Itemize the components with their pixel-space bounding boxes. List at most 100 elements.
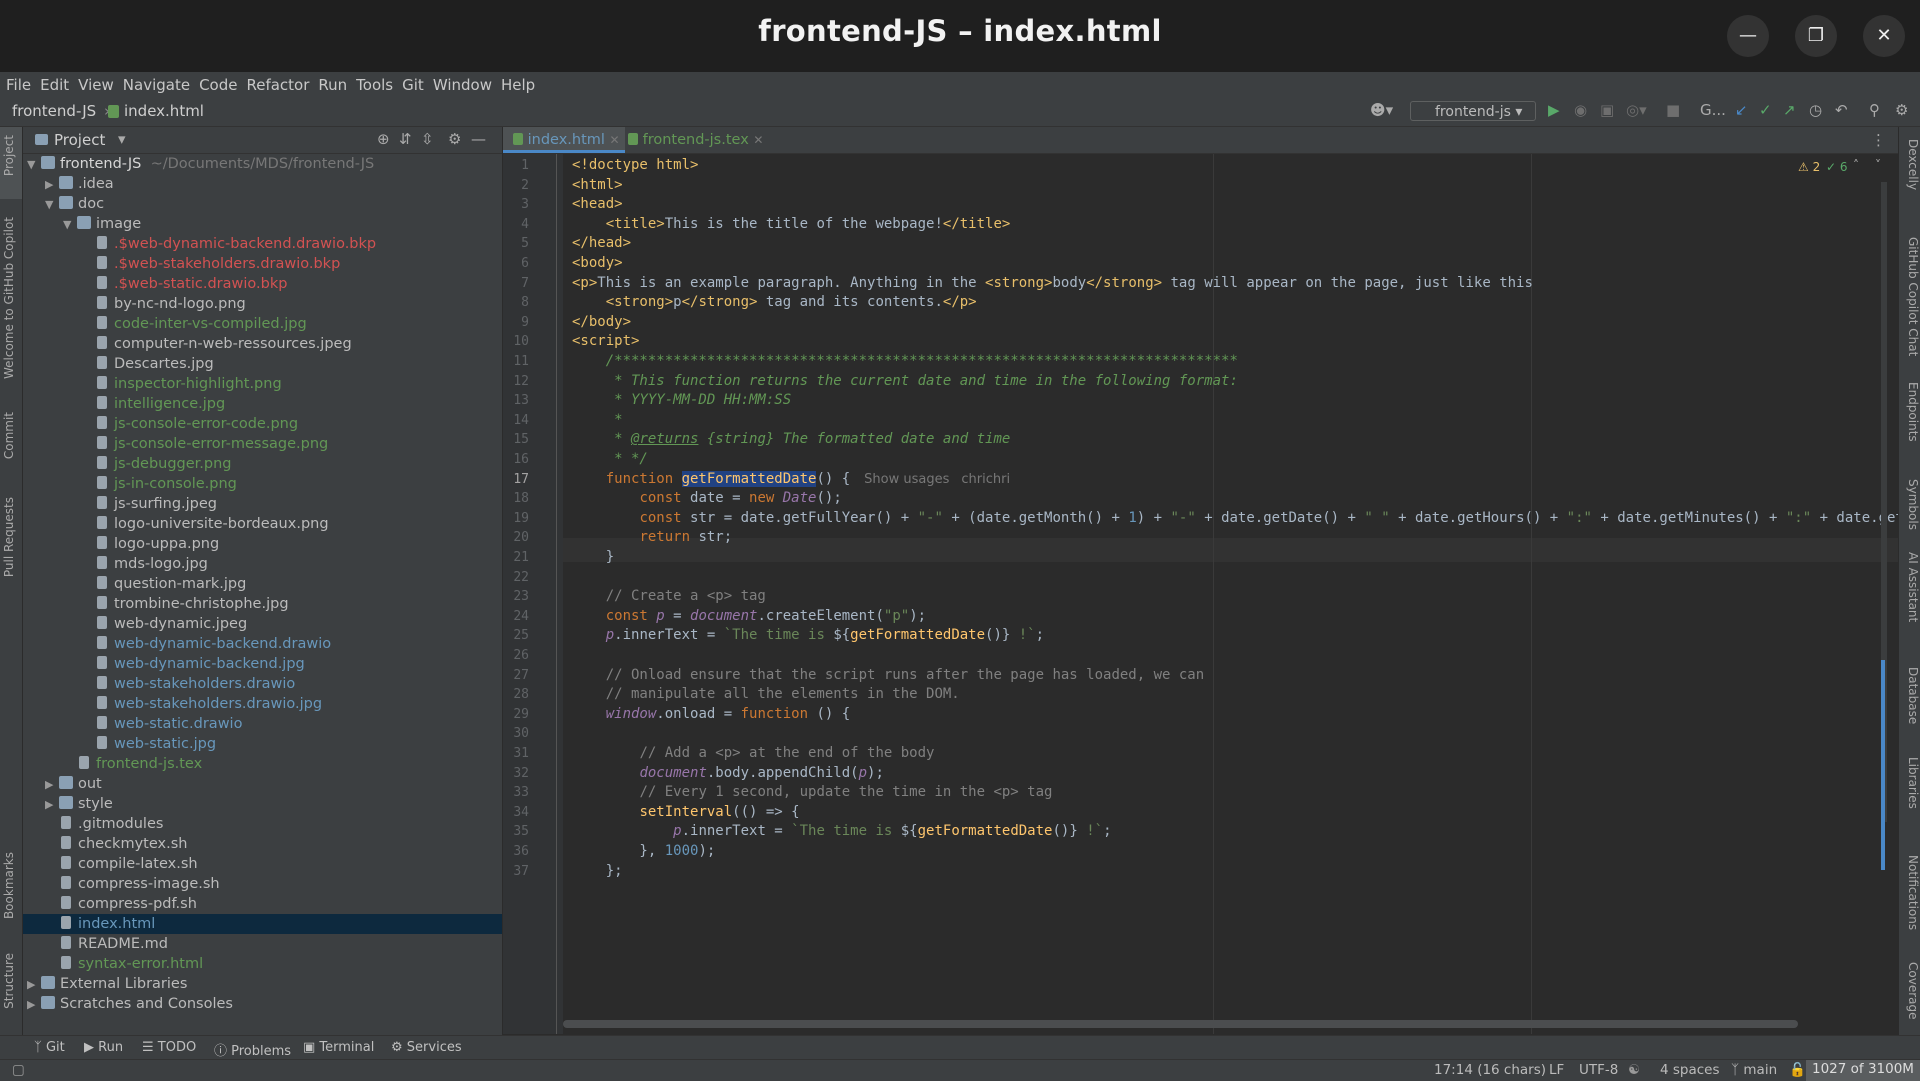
menu-window[interactable]: Window [433,72,492,98]
tool-commit[interactable]: Commit [2,412,20,459]
tool-notifications[interactable]: Notifications [1902,855,1920,930]
chevron-right-icon[interactable]: ▶ [45,175,59,195]
line-number[interactable]: 31 [503,744,529,764]
hide-icon[interactable]: — [471,130,486,148]
tree-file[interactable]: web-static.jpg [23,734,502,754]
line-number[interactable]: 13 [503,391,529,411]
git-label[interactable]: G... [1700,101,1726,119]
line-number[interactable]: 22 [503,568,529,588]
line-number[interactable]: 11 [503,352,529,372]
tool-database[interactable]: Database [1902,667,1920,724]
caret-position[interactable]: 17:14 (16 chars) [1434,1062,1546,1078]
tree-file[interactable]: logo-uppa.png [23,534,502,554]
menu-edit[interactable]: Edit [40,72,69,98]
menu-view[interactable]: View [78,72,114,98]
tree-root[interactable]: ▼ frontend-JS ~/Documents/MDS/frontend-JS [23,154,502,174]
lock-icon[interactable]: 🔓 [1789,1062,1806,1078]
tool-github-copilot[interactable]: Welcome to GitHub Copilot [2,217,20,379]
close-button[interactable]: ✕ [1863,15,1905,57]
tool-problems[interactable]: ⓘ Problems [214,1040,291,1059]
run-icon[interactable]: ▶ [1548,101,1560,119]
line-number[interactable]: 12 [503,372,529,392]
line-number[interactable]: 32 [503,764,529,784]
breadcrumb-project[interactable]: frontend-JS [12,102,96,120]
tree-file[interactable]: trombine-christophe.jpg [23,594,502,614]
menu-file[interactable]: File [6,72,31,98]
tool-terminal[interactable]: ▣ Terminal [303,1040,374,1055]
line-number[interactable]: 23 [503,587,529,607]
tab-frontend-js-tex[interactable]: frontend-js.tex ✕ [618,127,768,153]
author-hint[interactable]: chrichri [961,472,1010,487]
tree-file[interactable]: js-debugger.png [23,454,502,474]
user-icon[interactable]: ☻▾ [1370,101,1393,119]
tool-project[interactable]: Project [2,135,20,176]
tree-folder[interactable]: ▶ .idea [23,174,502,194]
line-number[interactable]: 35 [503,822,529,842]
tool-ai-assistant[interactable]: AI Assistant [1902,552,1920,622]
tree-file[interactable]: .gitmodules [23,814,502,834]
line-number[interactable]: 17 [503,470,529,490]
tree-file[interactable]: web-dynamic-backend.jpg [23,654,502,674]
rollback-icon[interactable]: ↶ [1835,101,1848,119]
tree-file[interactable]: README.md [23,934,502,954]
tab-index-html[interactable]: index.html ✕ [503,127,625,153]
tree-file[interactable]: web-stakeholders.drawio [23,674,502,694]
chevron-down-icon[interactable]: ▼ [63,215,77,235]
chevron-down-icon[interactable]: ▾ [118,130,126,148]
layout-icon[interactable]: ▢ [12,1062,25,1078]
menu-git[interactable]: Git [402,72,424,98]
locate-icon[interactable]: ⊕ [377,130,390,148]
breadcrumb-file[interactable]: index.html [124,102,204,120]
chevron-right-icon[interactable]: ▶ [27,995,41,1015]
line-number[interactable]: 21 [503,548,529,568]
line-number[interactable]: 25 [503,626,529,646]
tool-copilot-chat[interactable]: GitHub Copilot Chat [1902,237,1920,356]
line-number[interactable]: 14 [503,411,529,431]
tool-dexcelly[interactable]: Dexcelly [1902,139,1920,190]
tree-folder[interactable]: ▶ Scratches and Consoles [23,994,502,1014]
search-icon[interactable]: ⚲ [1869,101,1880,119]
close-icon[interactable]: ✕ [753,133,763,147]
tool-todo[interactable]: ☰ TODO [142,1040,196,1055]
line-number[interactable]: 1 [503,156,529,176]
tree-file[interactable]: compile-latex.sh [23,854,502,874]
menu-run[interactable]: Run [318,72,347,98]
tool-services[interactable]: ⚙ Services [391,1040,462,1055]
tool-pull-requests[interactable]: Pull Requests [2,497,20,577]
tree-file[interactable]: question-mark.jpg [23,574,502,594]
tree-file[interactable]: intelligence.jpg [23,394,502,414]
tree-folder[interactable]: ▼ image [23,214,502,234]
file-encoding[interactable]: UTF-8 [1579,1062,1618,1078]
chevron-right-icon[interactable]: ▶ [45,775,59,795]
chevron-down-icon[interactable]: ˅ [1875,158,1881,172]
tree-file[interactable]: js-surfing.jpeg [23,494,502,514]
line-number[interactable]: 27 [503,666,529,686]
tree-file[interactable]: Descartes.jpg [23,354,502,374]
line-number[interactable]: 29 [503,705,529,725]
tool-run[interactable]: ▶ Run [84,1040,123,1055]
tree-file[interactable]: logo-universite-bordeaux.png [23,514,502,534]
tree-file[interactable]: syntax-error.html [23,954,502,974]
line-number[interactable]: 19 [503,509,529,529]
project-panel-title[interactable]: Project [54,131,105,149]
tree-folder[interactable]: ▶ style [23,794,502,814]
tree-file[interactable]: js-in-console.png [23,474,502,494]
git-commit-icon[interactable]: ✓ [1759,101,1772,119]
git-branch[interactable]: ᛉ main [1731,1062,1777,1078]
line-number[interactable]: 6 [503,254,529,274]
tree-file[interactable]: js-console-error-code.png [23,414,502,434]
minimize-button[interactable]: — [1727,15,1769,57]
indent-setting[interactable]: 4 spaces [1660,1062,1720,1078]
debug-icon[interactable]: ◉ [1574,101,1587,119]
gear-icon[interactable]: ⚙ [448,130,461,148]
horizontal-scrollbar[interactable] [563,1020,1798,1028]
chevron-up-icon[interactable]: ˄ [1853,158,1859,172]
tree-file[interactable]: index.html [23,914,502,934]
line-number[interactable]: 2 [503,176,529,196]
tree-file[interactable]: code-inter-vs-compiled.jpg [23,314,502,334]
tree-file[interactable]: js-console-error-message.png [23,434,502,454]
tree-file[interactable]: inspector-highlight.png [23,374,502,394]
more-tabs-icon[interactable]: ⋮ [1871,131,1886,149]
profile-icon[interactable]: ◎▾ [1626,101,1647,119]
history-icon[interactable]: ◷ [1809,101,1822,119]
